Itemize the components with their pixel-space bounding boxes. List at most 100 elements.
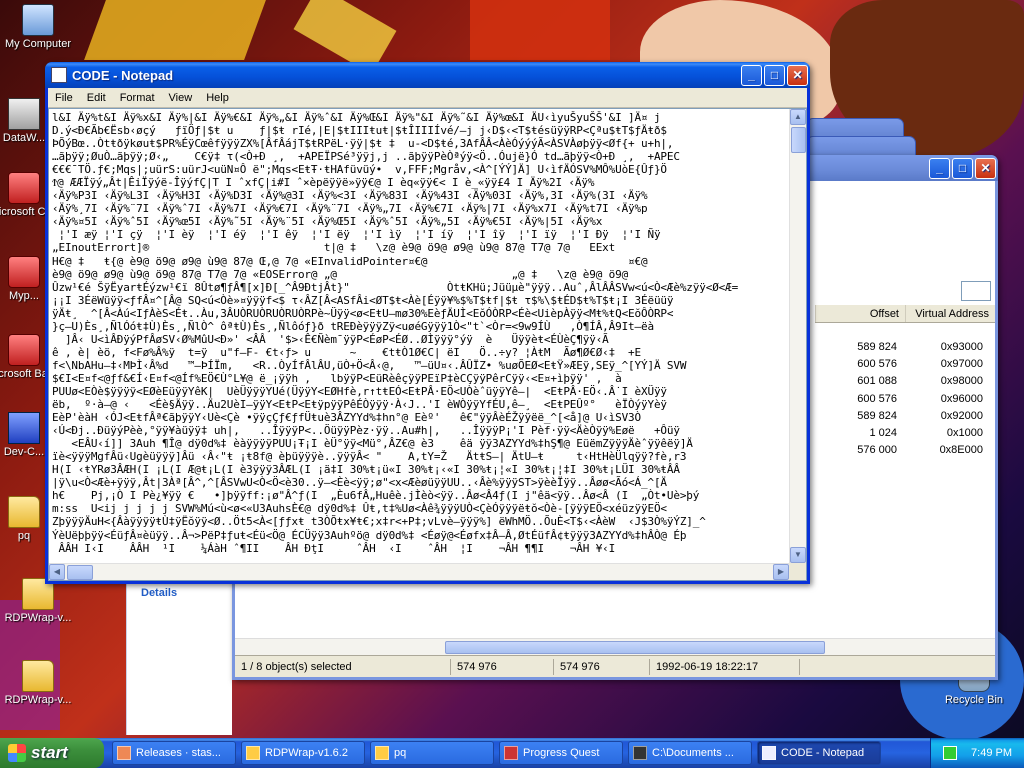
status-selected: 1 / 8 object(s) selected [235, 658, 451, 675]
va-cell: 0x92000 [940, 409, 983, 422]
scroll-down-button[interactable]: ▼ [790, 547, 806, 563]
start-button[interactable]: start [0, 738, 104, 768]
desktop-icon-label: Dev-C... [3, 446, 45, 458]
desktop-icon-rdpwrap-2[interactable]: RDPWrap-v... [0, 660, 76, 706]
taskbar-item-label: Progress Quest [523, 747, 600, 759]
offset-cell: 576 000 [857, 444, 897, 457]
text-line: ëb, º·à–@ ‹ <Éè§Äÿÿ..Äu2UèI–ÿÿY<EŧP<Eŧÿp… [52, 398, 667, 412]
close-button[interactable]: ✕ [787, 64, 808, 86]
text-line: ïè<ÿÿÿMgfÂü‹Ugèüÿÿÿ]Âü ‹Â‹"ŧ ¡ŧ8f@ èþüÿÿ… [52, 450, 687, 464]
desktop-icon-label: Myp... [9, 290, 39, 302]
menu-view[interactable]: View [162, 92, 200, 104]
maximize-button[interactable]: □ [764, 64, 785, 86]
status-bar: 1 / 8 object(s) selected 574 976 574 976… [235, 655, 995, 677]
desktop-icon-my-computer[interactable]: My Computer [0, 4, 76, 50]
offset-cell: 589 824 [857, 341, 897, 353]
notepad-titlebar[interactable]: CODE - Notepad _ □ ✕ [45, 62, 810, 88]
scroll-right-button[interactable]: ▶ [773, 564, 789, 580]
scrollbar-thumb[interactable] [67, 565, 93, 580]
taskbar-item[interactable]: Progress Quest [499, 741, 623, 765]
table-row[interactable]: 1 024 0x1000 [815, 425, 987, 442]
clock[interactable]: 7:49 PM [971, 747, 1012, 759]
visual-basic-icon [8, 334, 40, 366]
text-line: „EInoutErrort]® t|@ ‡ \z@ è9@ ö9@ ø9@ ù9… [52, 241, 616, 255]
table-row[interactable]: 600 576 0x97000 [815, 356, 987, 373]
minimize-button[interactable]: _ [741, 64, 762, 86]
status-size: 574 976 [554, 658, 650, 675]
notepad-icon [51, 67, 67, 83]
text-line: ÂÂH I‹I ÂÂH ¹I ¼ÁàH ˆ¶II ÂH ÐţI ˆÂH ‹I ˆ… [52, 541, 616, 555]
desktop-icon-rdpwrap-1[interactable]: RDPWrap-v... [0, 578, 76, 624]
folder-icon [246, 746, 260, 760]
minimize-button[interactable]: _ [929, 157, 950, 179]
offset-cell: 1 024 [869, 426, 897, 439]
text-line: m:ss U<ij j j j j SVW%Mú<ù<ø<«U3AuhsÈ€@ … [52, 502, 667, 516]
menu-edit[interactable]: Edit [80, 92, 113, 104]
text-line: $€I<E¤f<@ƒf&€Í‹E¤f<@Íf%EÖ€Ù°L¥@ ë_¡ÿÿh ,… [52, 371, 622, 385]
details-panel: Details [126, 582, 232, 735]
size-grip[interactable] [789, 563, 806, 580]
text-line: ‹Ú<Ðj..ÐüÿýPèè,°ÿÿ¥àüÿÿ‡ uh|, ..ÎÿÿÿP<..… [52, 424, 680, 438]
table-row[interactable]: 589 824 0x92000 [815, 408, 987, 425]
notepad-window[interactable]: CODE - Notepad _ □ ✕ File Edit Format Vi… [45, 62, 810, 584]
menu-format[interactable]: Format [113, 92, 162, 104]
horizontal-scrollbar[interactable] [235, 638, 995, 655]
taskbar-item[interactable]: C:\Documents ... [628, 741, 752, 765]
address-dropdown[interactable] [961, 281, 991, 301]
text-line: …ãþÿÿ;ØuÒ…ãþÿÿ;Ø‹„ C€ÿ‡ τ(<Ò+Ð ¸, +APEÏP… [52, 150, 680, 164]
taskbar-item[interactable]: CODE - Notepad [757, 741, 881, 765]
column-header-virtual-address[interactable]: Virtual Address [905, 305, 995, 322]
scroll-up-button[interactable]: ▲ [790, 109, 806, 125]
text-line: EèP'èàH ‹ÓJ<EŧfÂª€ãþÿÿY‹Uè<Çè •ÿÿçÇƒ€ƒfÜ… [52, 411, 642, 425]
va-cell: 0x93000 [940, 341, 983, 353]
taskbar-item[interactable]: pq [370, 741, 494, 765]
menu-help[interactable]: Help [199, 92, 236, 104]
table-row[interactable]: 589 824 0x93000 [815, 339, 987, 356]
table-row[interactable]: 576 000 0x8E000 [815, 442, 987, 459]
horizontal-scrollbar[interactable]: ◀ ▶ [49, 563, 789, 580]
network-icon[interactable] [943, 746, 958, 760]
folder-icon [22, 660, 54, 692]
maximize-button[interactable]: □ [952, 157, 973, 179]
text-line: è9@ ö9@ ø9@ ù9@ ö9@ 87@ T7@ 7@ «EOSError… [52, 267, 629, 281]
table-row[interactable]: 601 088 0x98000 [815, 373, 987, 390]
taskbar-item-label: CODE - Notepad [781, 747, 865, 759]
status-size: 574 976 [451, 658, 554, 675]
7zip-icon [633, 746, 647, 760]
table-row[interactable]: 600 576 0x96000 [815, 391, 987, 408]
folder-icon [375, 746, 389, 760]
va-cell: 0x1000 [946, 426, 983, 439]
text-line: |ÿ\u<Ò<Æè+ÿÿÿ,Ât|3Àª[Â^,^[ÂSVwU<Ò<Ö<è30.… [52, 476, 667, 490]
taskbar-item[interactable]: RDPWrap-v1.6.2 [241, 741, 365, 765]
text-line: ‹Äÿ%P3I ‹Äÿ%L3I ‹Äÿ%H3I ‹Äÿ%D3I ‹Äÿ%@3I … [52, 189, 648, 203]
column-header-offset[interactable]: Offset [815, 305, 905, 322]
offset-cell: 600 576 [857, 392, 897, 405]
desktop-icon-label: My Computer [4, 38, 72, 50]
scroll-left-button[interactable]: ◀ [49, 564, 65, 580]
details-label[interactable]: Details [127, 582, 232, 604]
text-line: ÿÄŧ¸ ^[Â<Àú<IƒÀèS<Éŧ..Àu,3ÂUÒRUÒRUÒRUÒRP… [52, 306, 674, 320]
windows-logo-icon [8, 744, 26, 762]
close-button[interactable]: ✕ [975, 157, 996, 179]
text-line: PUUø<EÒè$ÿÿÿÿ<EØèEüÿÿYêK| UèÜÿÿÿYUé(ÜÿÿY… [52, 384, 667, 398]
desktop-icon-label: Recycle Bin [944, 694, 1004, 706]
text-content[interactable]: l&I Äÿ%t&I Äÿ%x&I Äÿ%|&I Äÿ%€&I Äÿ%„&I Ä… [52, 111, 788, 562]
section-list: 589 824 0x93000 600 576 0x97000 601 088 0x9… [815, 339, 987, 459]
text-line: H(I ‹ŧYRø3ÂÆH(I ¡L(I Æ@ŧ¡L(I è3ÿÿÿ3ÂÆL(I… [52, 463, 680, 477]
va-cell: 0x96000 [940, 392, 983, 405]
notepad-icon [762, 746, 776, 760]
taskbar-item-label: RDPWrap-v1.6.2 [265, 747, 348, 759]
text-editor[interactable]: l&I Äÿ%t&I Äÿ%x&I Äÿ%|&I Äÿ%€&I Äÿ%„&I Ä… [48, 108, 807, 581]
va-cell: 0x97000 [940, 358, 983, 371]
text-line: D.ý<Ð€Ãb€Ësb‹øçý ƒïÖƒ|$ŧ u ƒ|$ŧ rIé,|E|$… [52, 124, 667, 138]
browser-icon [117, 746, 131, 760]
menu-bar: File Edit Format View Help [48, 88, 807, 108]
taskbar-item[interactable]: Releases · stas... [112, 741, 236, 765]
scrollbar-thumb[interactable] [445, 641, 825, 654]
text-line: ]Â‹ U<ìÂÐÿýPfÂøSV‹Ø%MûU<Ð»' <ÂÂ '$>‹Ê€Ñè… [52, 332, 609, 346]
vertical-scrollbar[interactable]: ▲ ▼ [789, 109, 806, 563]
menu-file[interactable]: File [48, 92, 80, 104]
scrollbar-thumb[interactable] [791, 127, 806, 153]
text-line: ê , è| èö, f<Fø%Â%ÿ t=ÿ u"f–F- €t‹ƒ> u ~… [52, 345, 642, 359]
offset-cell: 589 824 [857, 409, 897, 422]
